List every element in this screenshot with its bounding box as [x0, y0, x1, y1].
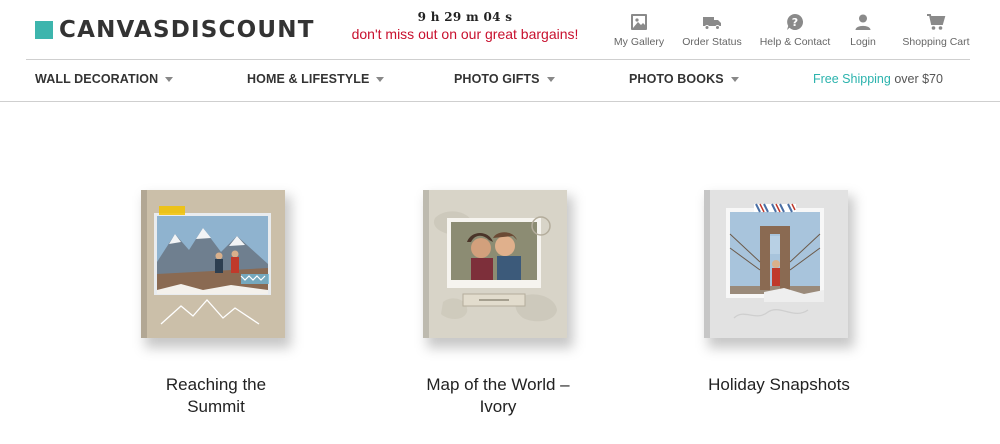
header-tools: My Gallery Order Status ? Help & Contact	[605, 12, 973, 48]
login-label: Login	[850, 36, 876, 48]
product-title-line: Summit	[187, 397, 245, 416]
photo-book-cover	[704, 190, 848, 338]
gallery-icon	[631, 14, 647, 30]
product-card[interactable]: Reaching the Summit	[96, 190, 336, 418]
free-shipping-notice[interactable]: Free Shipping over $70	[813, 72, 943, 86]
help-contact-link[interactable]: ? Help & Contact	[755, 12, 835, 48]
promo-message: don't miss out on our great bargains!	[351, 26, 579, 42]
brand-name: CANVASDISCOUNT	[59, 17, 315, 43]
nav-photo-gifts[interactable]: PHOTO GIFTS	[454, 72, 555, 86]
help-icon: ?	[787, 13, 804, 30]
chevron-down-icon	[546, 77, 555, 82]
my-gallery-label: My Gallery	[613, 36, 665, 48]
nav-wall-decoration[interactable]: WALL DECORATION	[35, 72, 174, 86]
my-gallery-link[interactable]: My Gallery	[605, 12, 673, 48]
shopping-cart-link[interactable]: Shopping Cart	[899, 12, 973, 48]
product-card[interactable]: Holiday Snapshots	[659, 190, 899, 396]
chevron-down-icon	[165, 77, 174, 82]
chevron-down-icon	[376, 77, 385, 82]
product-title[interactable]: Map of the World – Ivory	[378, 374, 618, 418]
nav-photo-books-label: PHOTO BOOKS	[629, 72, 724, 86]
promo-banner: 9 h 29 m 04 s don't miss out on our grea…	[340, 10, 590, 42]
product-title[interactable]: Holiday Snapshots	[659, 374, 899, 396]
photo-book-cover	[423, 190, 567, 338]
nav-photo-gifts-label: PHOTO GIFTS	[454, 72, 540, 86]
site-header: CANVASDISCOUNT 9 h 29 m 04 s don't miss …	[0, 0, 1000, 60]
product-title[interactable]: Reaching the Summit	[96, 374, 336, 418]
product-title-line: Map of the World –	[426, 375, 570, 394]
user-icon	[855, 14, 871, 30]
nav-wall-decoration-label: WALL DECORATION	[35, 72, 159, 86]
help-contact-label: Help & Contact	[759, 36, 831, 48]
photo-book-cover	[141, 190, 285, 338]
countdown-timer: 9 h 29 m 04 s	[417, 10, 513, 24]
chevron-down-icon	[730, 77, 739, 82]
product-title-line: Holiday Snapshots	[708, 375, 850, 394]
nav-home-lifestyle-label: HOME & LIFESTYLE	[247, 72, 370, 86]
truck-icon	[703, 17, 721, 30]
shopping-cart-label: Shopping Cart	[902, 36, 970, 48]
product-image[interactable]	[704, 190, 854, 350]
free-shipping-threshold: over $70	[894, 72, 943, 86]
product-title-line: Ivory	[479, 397, 517, 416]
svg-text:?: ?	[792, 16, 798, 29]
product-image[interactable]	[141, 190, 291, 350]
product-image[interactable]	[423, 190, 573, 350]
order-status-label: Order Status	[682, 36, 742, 48]
nav-home-lifestyle[interactable]: HOME & LIFESTYLE	[247, 72, 385, 86]
cart-icon	[927, 14, 946, 30]
logo-square-icon	[35, 21, 53, 39]
order-status-link[interactable]: Order Status	[675, 12, 749, 48]
product-card[interactable]: Map of the World – Ivory	[378, 190, 618, 418]
free-shipping-highlight: Free Shipping	[813, 72, 891, 86]
main-nav: WALL DECORATION HOME & LIFESTYLE PHOTO G…	[0, 60, 1000, 102]
login-link[interactable]: Login	[841, 12, 885, 48]
product-title-line: Reaching the	[165, 375, 267, 394]
brand-logo[interactable]: CANVASDISCOUNT	[35, 17, 315, 43]
nav-photo-books[interactable]: PHOTO BOOKS	[629, 72, 739, 86]
